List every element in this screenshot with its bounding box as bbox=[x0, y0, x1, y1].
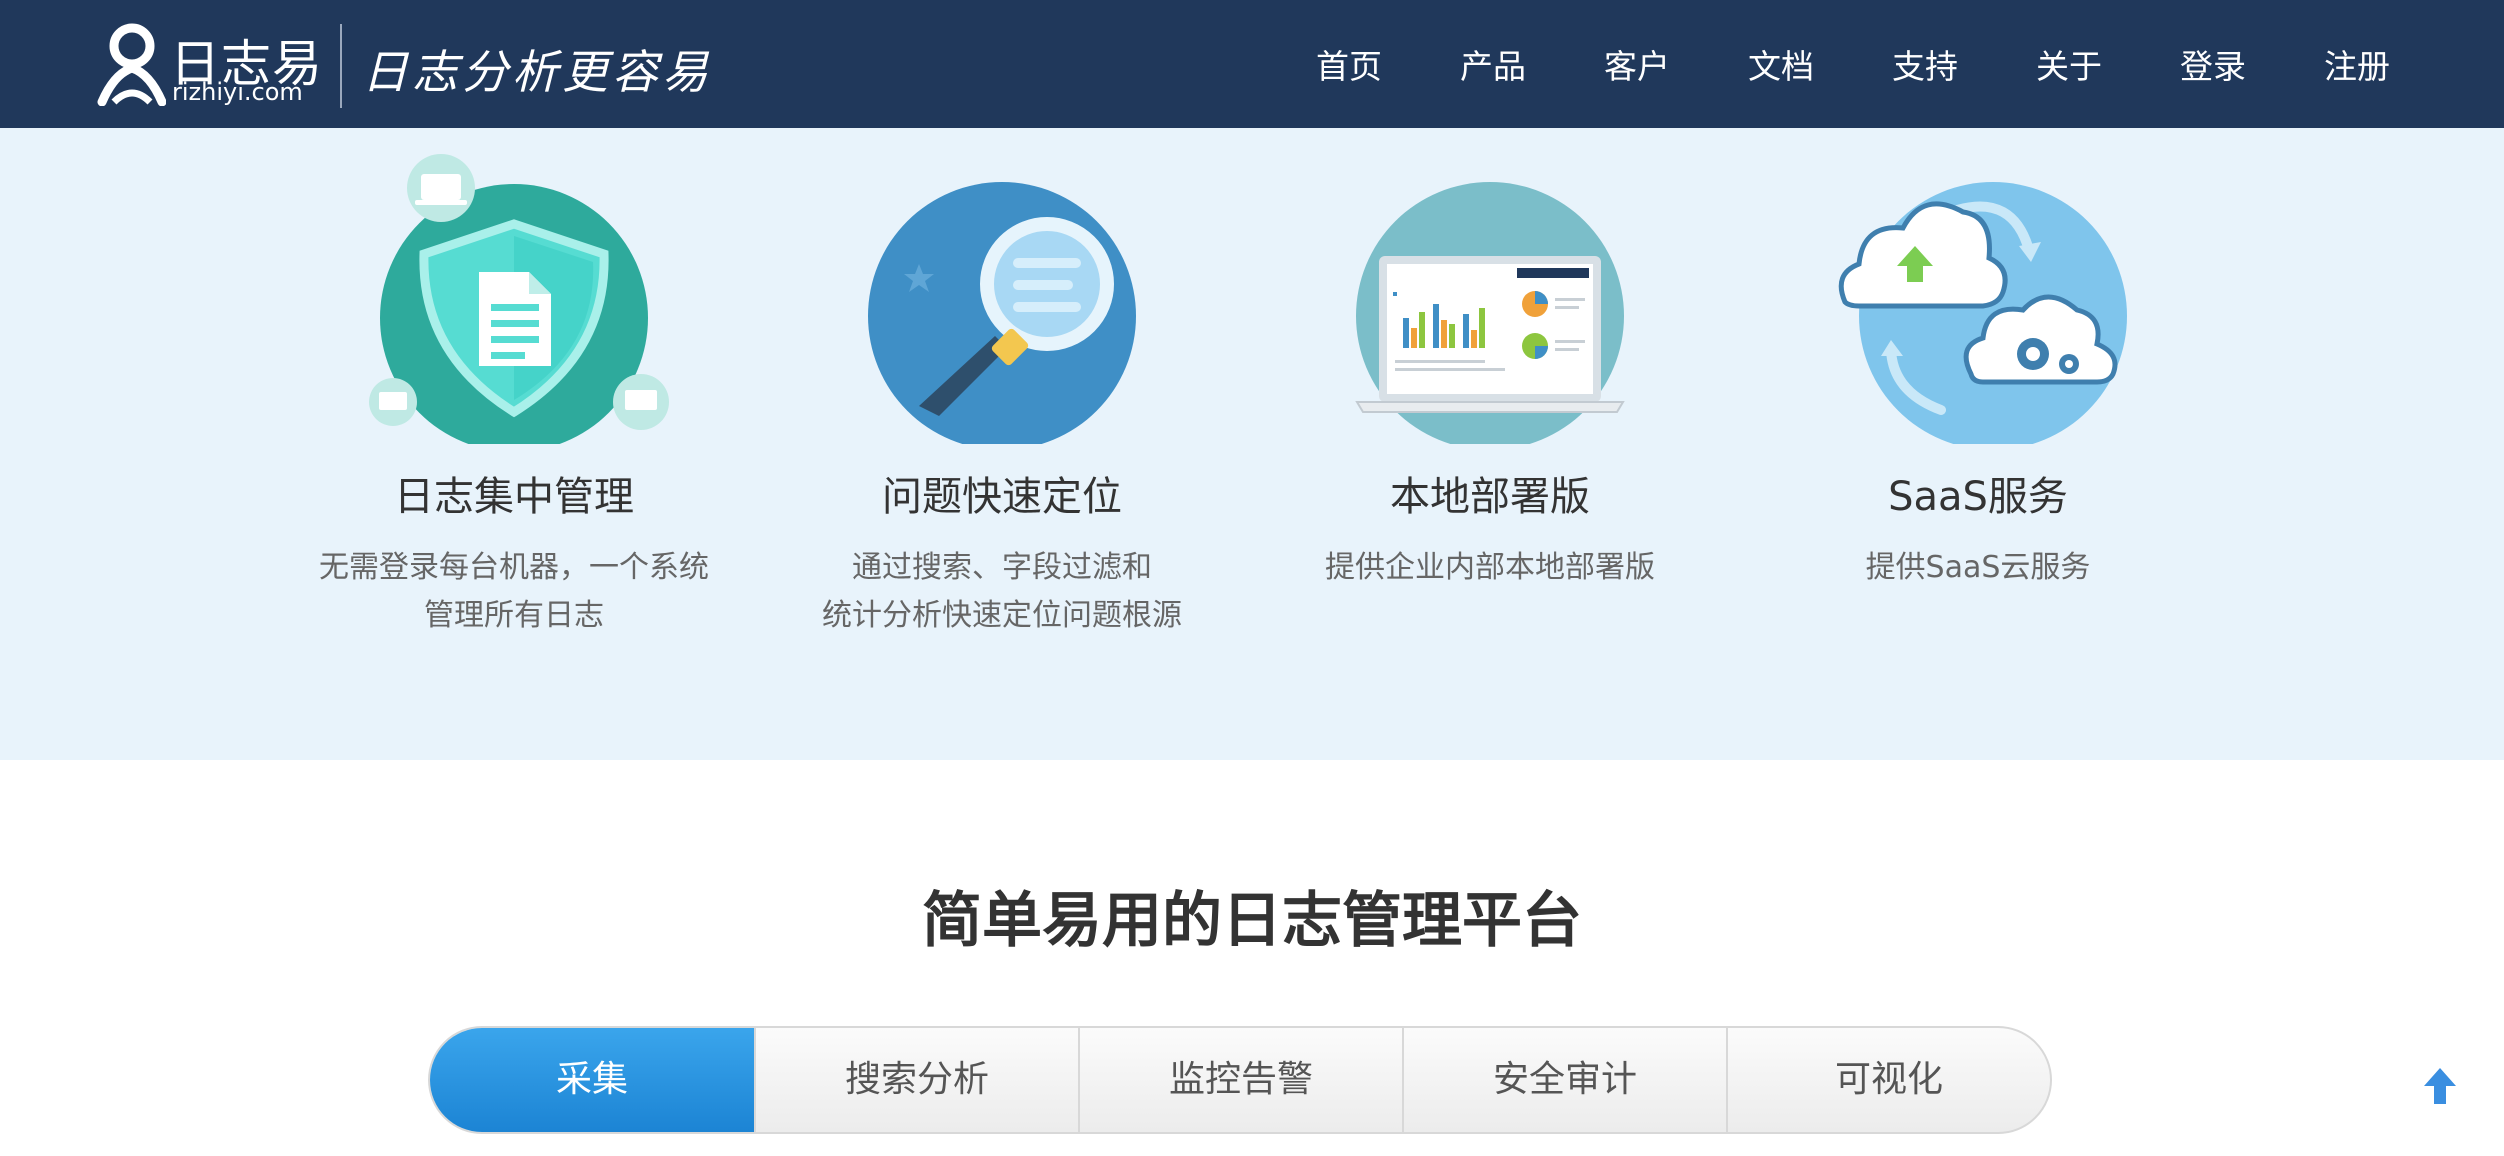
nav-item-products[interactable]: 产品 bbox=[1460, 40, 1526, 88]
nav-item-login[interactable]: 登录 bbox=[2180, 40, 2246, 88]
feature-title: 本地部署版 bbox=[1390, 474, 1590, 520]
cloud-upload-icon bbox=[1838, 182, 2127, 444]
nav-item-customers[interactable]: 客户 bbox=[1604, 40, 1670, 88]
feature-title: 问题快速定位 bbox=[882, 474, 1122, 520]
feature-centralized-management: 日志集中管理 无需登录每台机器，一个系统 管理所有日志 bbox=[284, 128, 744, 760]
top-navigation-bar: 日志易 rizhiyi.com 日志分析更容易 首页 产品 客户 文档 支持 关… bbox=[0, 0, 2504, 128]
tab-monitoring-alerts[interactable]: 监控告警 bbox=[1078, 1028, 1402, 1132]
feature-description: 无需登录每台机器，一个系统 管理所有日志 bbox=[319, 550, 709, 633]
feature-title: SaaS服务 bbox=[1888, 474, 2068, 520]
arrow-up-icon bbox=[2424, 1068, 2456, 1104]
feature-description: 提供企业内部本地部署版 bbox=[1325, 550, 1655, 585]
back-to-top-button[interactable] bbox=[2420, 1064, 2460, 1108]
nav-item-support[interactable]: 支持 bbox=[1892, 40, 1958, 88]
feature-description: 提供SaaS云服务 bbox=[1865, 550, 2091, 585]
laptop-dashboard-icon bbox=[1355, 182, 1625, 444]
features-band: 日志集中管理 无需登录每台机器，一个系统 管理所有日志 问题快速定位 通过搜索、… bbox=[0, 128, 2504, 760]
main-nav: 首页 产品 客户 文档 支持 关于 登录 注册 bbox=[0, 0, 2504, 128]
nav-item-register[interactable]: 注册 bbox=[2324, 40, 2390, 88]
platform-tabs: 采集 搜索分析 监控告警 安全审计 可视化 bbox=[428, 1026, 2052, 1134]
feature-description: 通过搜索、字段过滤和 统计分析快速定位问题根源 bbox=[822, 550, 1182, 633]
feature-on-premise: 本地部署版 提供企业内部本地部署版 bbox=[1260, 128, 1720, 760]
nav-item-home[interactable]: 首页 bbox=[1316, 40, 1382, 88]
tab-collection[interactable]: 采集 bbox=[430, 1028, 754, 1132]
feature-title: 日志集中管理 bbox=[394, 474, 634, 520]
tab-visualization[interactable]: 可视化 bbox=[1726, 1028, 2050, 1132]
shield-document-icon bbox=[369, 154, 669, 444]
nav-item-docs[interactable]: 文档 bbox=[1748, 40, 1814, 88]
feature-saas: SaaS服务 提供SaaS云服务 bbox=[1748, 128, 2208, 760]
magnifier-icon bbox=[868, 182, 1136, 444]
nav-item-about[interactable]: 关于 bbox=[2036, 40, 2102, 88]
platform-section-title: 简单易用的日志管理平台 bbox=[922, 886, 1582, 956]
tab-search-analysis[interactable]: 搜索分析 bbox=[754, 1028, 1078, 1132]
feature-quick-locate: 问题快速定位 通过搜索、字段过滤和 统计分析快速定位问题根源 bbox=[772, 128, 1232, 760]
tab-security-audit[interactable]: 安全审计 bbox=[1402, 1028, 1726, 1132]
